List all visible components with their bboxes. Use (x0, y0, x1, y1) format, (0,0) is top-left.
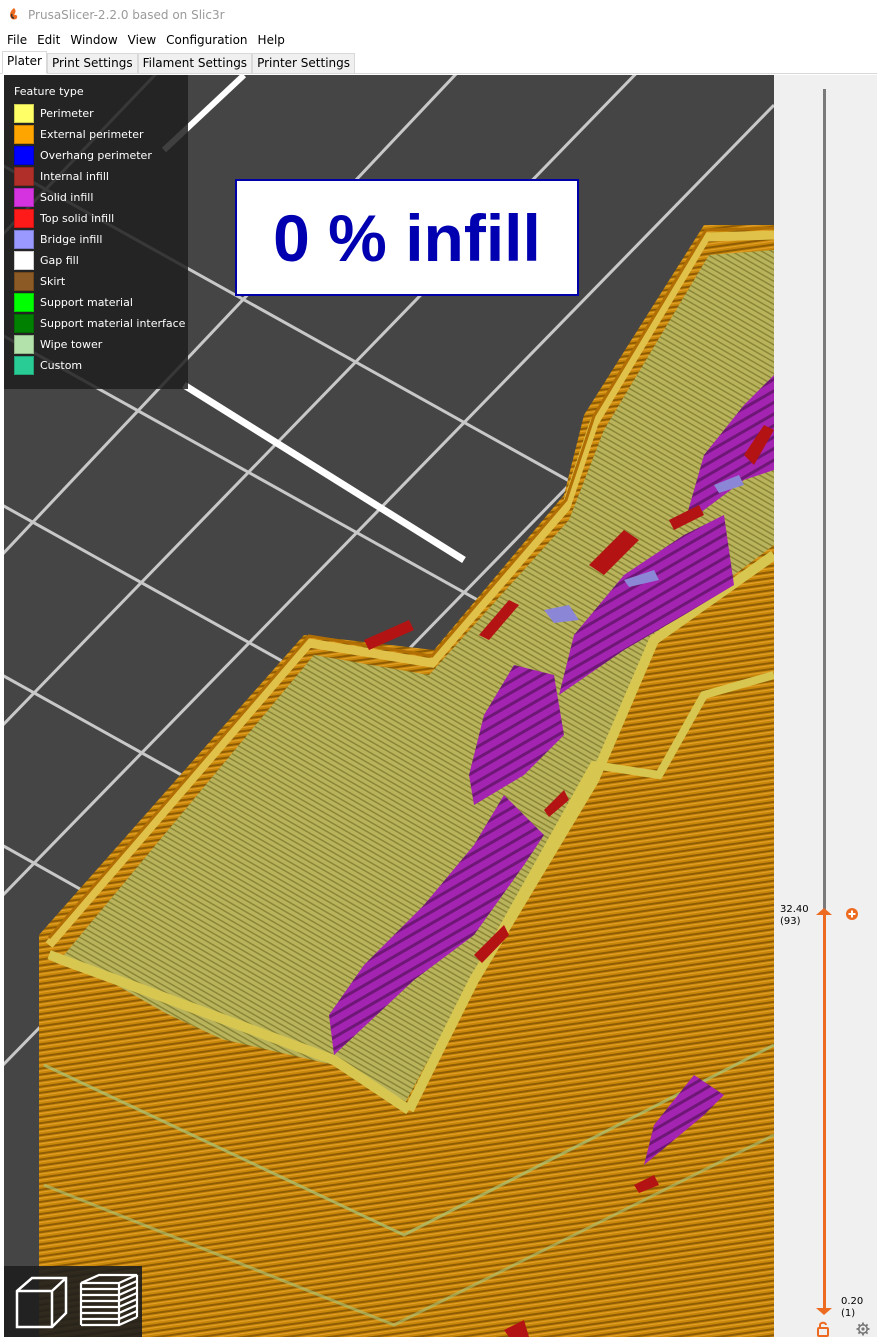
legend-item-support-material: Support material (14, 292, 188, 313)
legend-item-overhang-perimeter: Overhang perimeter (14, 145, 188, 166)
legend-item-bridge-infill: Bridge infill (14, 229, 188, 250)
legend-swatch (14, 209, 34, 228)
layers-preview-button[interactable] (78, 1271, 140, 1333)
menu-bar: File Edit Window View Configuration Help (0, 30, 877, 50)
legend-swatch (14, 272, 34, 291)
lower-layer-readout: 0.20 (1) (841, 1296, 863, 1320)
legend-swatch (14, 104, 34, 123)
legend-swatch (14, 293, 34, 312)
legend-swatch (14, 356, 34, 375)
legend-label: Custom (40, 359, 83, 372)
legend-swatch (14, 230, 34, 249)
window-title: PrusaSlicer-2.2.0 based on Slic3r (28, 8, 225, 22)
lower-thumb-icon[interactable] (815, 1307, 833, 1317)
infill-annotation-box: 0 % infill (235, 179, 579, 296)
legend-swatch (14, 335, 34, 354)
legend-label: Solid infill (40, 191, 94, 204)
upper-layer-number: (93) (780, 916, 801, 927)
layer-slider-panel: 32.40 (93) 0.20 (1) (774, 75, 877, 1337)
one-layer-lock-icon[interactable] (816, 1321, 830, 1337)
legend-label: Internal infill (40, 170, 109, 183)
slider-track-active[interactable] (823, 911, 826, 1311)
menu-edit[interactable]: Edit (33, 33, 64, 47)
upper-layer-height: 32.40 (780, 904, 809, 915)
lower-layer-height: 0.20 (841, 1296, 864, 1307)
tab-printer-settings[interactable]: Printer Settings (252, 53, 356, 73)
legend-label: Wipe tower (40, 338, 103, 351)
legend-swatch (14, 125, 34, 144)
menu-view[interactable]: View (124, 33, 160, 47)
menu-window[interactable]: Window (66, 33, 121, 47)
legend-swatch (14, 146, 34, 165)
legend-item-support-material-interface: Support material interface (14, 313, 188, 334)
legend-item-wipe-tower: Wipe tower (14, 334, 188, 355)
legend-label: Support material interface (40, 317, 186, 330)
menu-help[interactable]: Help (254, 33, 289, 47)
legend-label: Perimeter (40, 107, 94, 120)
gear-icon[interactable] (856, 1322, 870, 1336)
view-toolbar (4, 1266, 142, 1337)
layers-preview-icon (79, 1273, 139, 1326)
legend-label: Top solid infill (40, 212, 115, 225)
legend-label: Overhang perimeter (40, 149, 152, 162)
3d-view-button[interactable] (10, 1271, 72, 1333)
menu-configuration[interactable]: Configuration (162, 33, 251, 47)
legend-item-external-perimeter: External perimeter (14, 124, 188, 145)
prusaslicer-logo-icon (10, 8, 18, 20)
legend-label: Gap fill (40, 254, 79, 267)
upper-layer-readout: 32.40 (93) (780, 904, 809, 928)
upper-thumb-icon[interactable] (815, 906, 833, 916)
slider-track-inactive[interactable] (823, 89, 826, 911)
feature-type-legend: Feature type Perimeter External perimeter… (4, 75, 188, 389)
legend-swatch (14, 188, 34, 207)
legend-item-solid-infill: Solid infill (14, 187, 188, 208)
legend-item-top-solid-infill: Top solid infill (14, 208, 188, 229)
legend-item-gap-fill: Gap fill (14, 250, 188, 271)
tab-print-settings[interactable]: Print Settings (46, 53, 138, 73)
legend-label: Skirt (40, 275, 66, 288)
legend-label: External perimeter (40, 128, 144, 141)
legend-item-skirt: Skirt (14, 271, 188, 292)
infill-annotation-text: 0 % infill (273, 200, 541, 275)
menu-file[interactable]: File (3, 33, 31, 47)
legend-label: Bridge infill (40, 233, 103, 246)
legend-swatch (14, 251, 34, 270)
3d-view-cube-icon (15, 1276, 68, 1328)
legend-label: Support material (40, 296, 133, 309)
legend-item-custom: Custom (14, 355, 188, 376)
tab-plater[interactable]: Plater (2, 51, 47, 74)
add-color-change-icon[interactable] (845, 907, 859, 921)
legend-item-internal-infill: Internal infill (14, 166, 188, 187)
legend-swatch (14, 167, 34, 186)
legend-swatch (14, 314, 34, 333)
legend-item-perimeter: Perimeter (14, 103, 188, 124)
title-bar: PrusaSlicer-2.2.0 based on Slic3r (0, 0, 877, 30)
tab-filament-settings[interactable]: Filament Settings (137, 53, 253, 73)
tab-bar: Plater Print Settings Filament Settings … (0, 50, 877, 74)
lower-layer-number: (1) (841, 1308, 856, 1319)
legend-title: Feature type (14, 85, 84, 98)
